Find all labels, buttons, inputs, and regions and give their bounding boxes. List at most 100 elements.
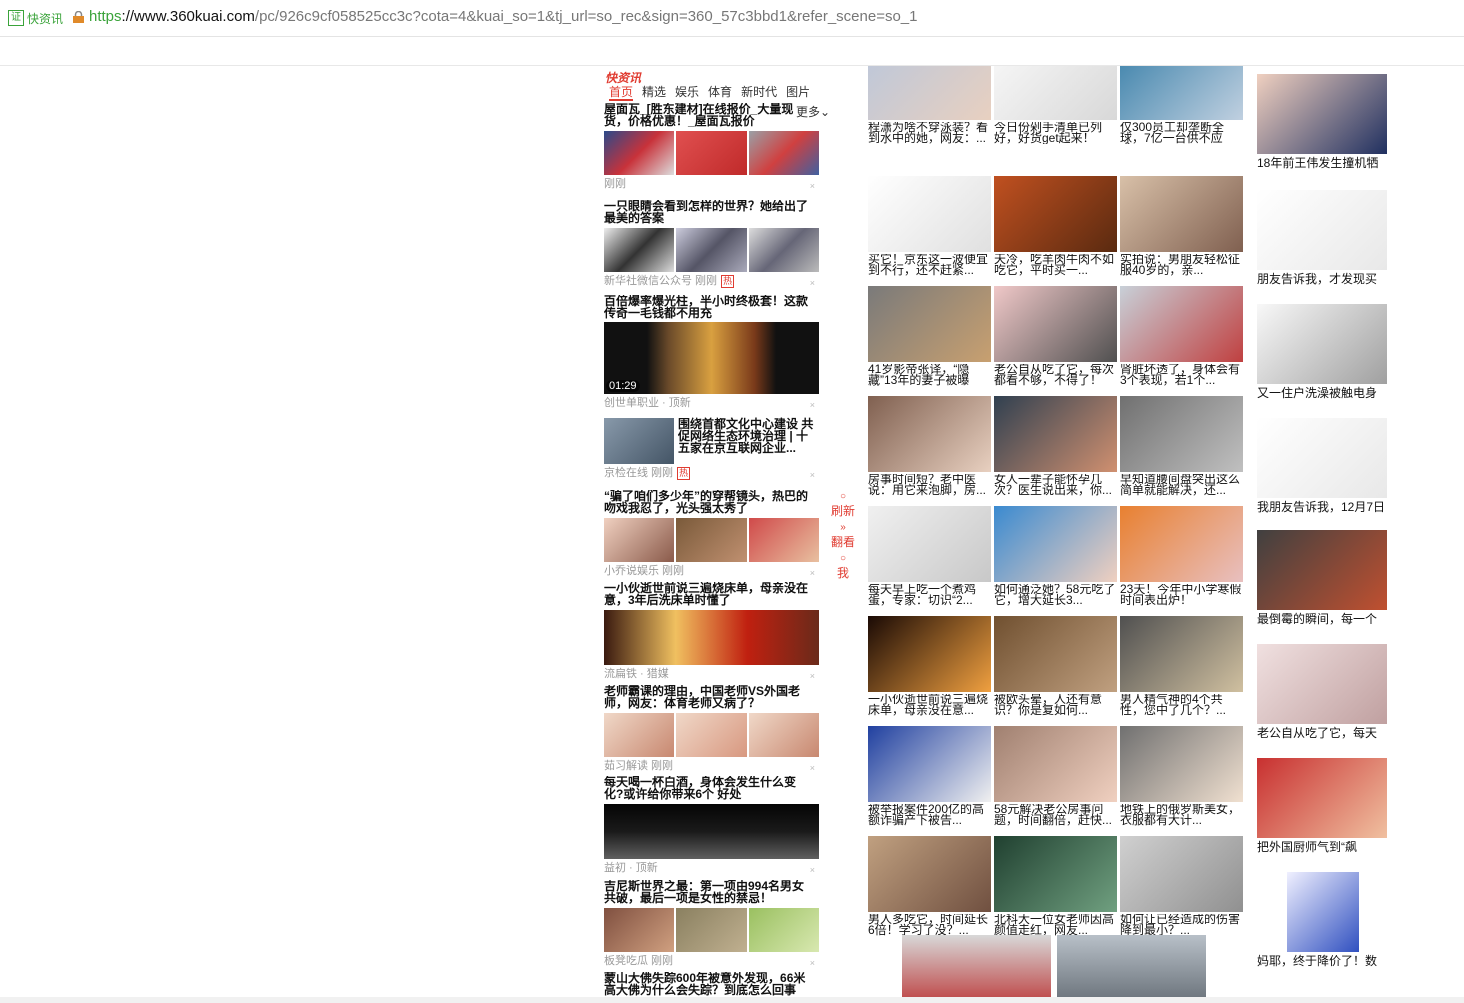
thumbnail[interactable] [994,176,1117,252]
news-item[interactable]: 老师霸课的理由，中国老师VS外国老师，网友：体育老师又病了？ 茹习解读 刚刚 × [604,685,819,776]
tab-home[interactable]: 首页 [609,85,634,101]
grid-card[interactable]: 实拍说：男朋友轻松征服40岁的，亲... [1120,176,1243,276]
thumbnail[interactable] [604,610,819,665]
thumbnail[interactable] [994,506,1117,582]
grid-card[interactable]: 被欧头晕，人还有意识？你是复如何... [994,616,1117,716]
grid-card[interactable]: 女人一辈子能怀孕几次？医生说出来，你... [994,396,1117,496]
grid-card[interactable]: 老公自从吃了它，每次都看不够，不得了！ [994,286,1117,386]
grid-card[interactable]: 41岁影帝张译，“隐藏”13年的妻子被曝光... [868,286,991,386]
grid-card[interactable]: 58元解决老公房事问题，时间翻倍，赶快... [994,726,1117,826]
right-caption[interactable]: 妈耶，终于降价了！数 [1257,954,1389,968]
thumbnail[interactable] [1257,530,1387,610]
grid-card[interactable]: 如何让已经造成的伤害降到最小？... [1120,836,1243,936]
news-title[interactable]: 一只眼睛会看到怎样的世界？她给出了最美的答案 [604,200,819,224]
grid-caption[interactable]: 地铁上的俄罗斯美女，衣服都有大计... [1120,804,1243,826]
grid-caption[interactable]: 北科大一位女老师因高颜值走红，网友... [994,914,1117,936]
grid-card[interactable]: 被举报案件200亿的高额诈骗产下被告... [868,726,991,826]
grid-caption[interactable]: 女人一辈子能怀孕几次？医生说出来，你... [994,474,1117,496]
news-title[interactable]: 屋面瓦_[胜东建材]在线报价_大量现货，价格优惠！_屋面瓦报价 [604,103,819,127]
close-icon[interactable]: × [810,669,815,683]
news-item[interactable]: 屋面瓦_[胜东建材]在线报价_大量现货，价格优惠！_屋面瓦报价 刚刚 × [604,103,819,200]
news-item[interactable]: 吉尼斯世界之最：第一项由994名男女共破，最后一项是女性的禁忌！ 板凳吃瓜 刚刚… [604,880,819,972]
close-icon[interactable]: × [810,468,815,482]
grid-card[interactable]: 一小伙逝世前说三遍烧床单，母亲没在意... [868,616,991,716]
grid-caption[interactable]: 天冷，吃羊肉牛肉不如吃它，平时买一... [994,254,1117,276]
grid-card[interactable]: 房事时间短？老中医说：用它来泡脚，房... [868,396,991,496]
grid-caption[interactable]: 房事时间短？老中医说：用它来泡脚，房... [868,474,991,496]
grid-caption[interactable]: 肾脏坏透了，身体会有3个表现，若1个... [1120,364,1243,386]
grid-caption[interactable]: 58元解决老公房事问题，时间翻倍，赶快... [994,804,1117,826]
right-caption[interactable]: 最倒霉的瞬间，每一个 [1257,612,1389,626]
right-caption[interactable]: 18年前王伟发生撞机牺 [1257,156,1389,170]
right-card[interactable]: 妈耶，终于降价了！数 [1257,872,1389,968]
right-card[interactable]: 老公自从吃了它，每天 [1257,644,1389,740]
grid-caption[interactable]: 一小伙逝世前说三遍烧床单，母亲没在意... [868,694,991,716]
grid-card[interactable]: 北科大一位女老师因高颜值走红，网友... [994,836,1117,936]
refresh-button[interactable]: ○ 刷新 [830,490,856,518]
thumbnail[interactable] [994,726,1117,802]
thumbnail[interactable] [604,228,675,272]
thumbnail[interactable] [994,616,1117,692]
grid-card[interactable]: 仅300员工却垄断全球，7亿一台供不应求... [1120,66,1243,144]
me-button[interactable]: ○ 我 [830,552,856,580]
grid-caption[interactable]: 买它！京东这一波便宜到不行，还不赶紧... [868,254,991,276]
grid-caption[interactable]: 被欧头晕，人还有意识？你是复如何... [994,694,1117,716]
thumbnail[interactable] [868,286,991,362]
tab-pictures[interactable]: 图片 [786,85,810,99]
horizontal-scrollbar[interactable] [0,997,1464,1003]
grid-caption[interactable]: 老公自从吃了它，每次都看不够，不得了！ [994,364,1117,386]
news-title[interactable]: 一小伙逝世前说三遍烧床单，母亲没在意，3年后洗床单时懂了 [604,582,819,606]
close-icon[interactable]: × [810,179,815,193]
grid-card[interactable]: 地铁上的俄罗斯美女，衣服都有大计... [1120,726,1243,826]
news-title[interactable]: 吉尼斯世界之最：第一项由994名男女共破，最后一项是女性的禁忌！ [604,880,819,904]
thumbnail[interactable] [1120,66,1243,120]
thumbnail[interactable] [1120,616,1243,692]
grid-caption[interactable]: 如何让已经造成的伤害降到最小？... [1120,914,1243,936]
news-title[interactable]: 围绕首都文化中心建设 共促网络生态环境治理 | 十五家在京互联网企业... [678,418,819,464]
thumbnail[interactable] [1120,286,1243,362]
tab-new-era[interactable]: 新时代 [741,85,777,99]
tab-sports[interactable]: 体育 [708,85,732,99]
grid-caption[interactable]: 23天！今年中小学寒假时间表出炉！ [1120,584,1243,606]
right-card[interactable]: 又一住户洗澡被触电身 [1257,304,1389,400]
grid-caption[interactable]: 每天早上吃一个煮鸡蛋，专家：切识“2... [868,584,991,606]
close-icon[interactable]: × [810,761,815,775]
thumbnail[interactable] [748,713,819,757]
news-item[interactable]: 百倍爆率爆光柱，半小时终极套！这款传奇一毛钱都不用充 01:29 创世单职业 ·… [604,295,819,415]
thumbnail[interactable] [1287,872,1359,952]
grid-card[interactable]: 买它！京东这一波便宜到不行，还不赶紧... [868,176,991,276]
thumbnail[interactable] [1120,836,1243,912]
address-bar[interactable]: 证 快资讯 https://www.360kuai.com/pc/926c9cf… [0,0,1464,37]
grid-caption[interactable]: 今日份剁手清单已列好，好货get起来！ [994,122,1117,144]
grid-card[interactable]: 男人精气神的4个共性，您中了几个？... [1120,616,1243,716]
right-caption[interactable]: 把外国厨师气到“飙 [1257,840,1389,854]
right-card[interactable]: 朋友告诉我，才发现买 [1257,190,1389,286]
thumbnail[interactable] [868,726,991,802]
close-icon[interactable]: × [810,398,815,412]
news-item[interactable]: 一小伙逝世前说三遍烧床单，母亲没在意，3年后洗床单时懂了 流扁铁 · 猎媒 × [604,582,819,685]
thumbnail[interactable] [994,396,1117,472]
thumbnail[interactable] [1257,74,1387,154]
grid-caption[interactable]: 男人精气神的4个共性，您中了几个？... [1120,694,1243,716]
grid-caption[interactable]: 如何通泛她？58元吃了它，增大延长3... [994,584,1117,606]
grid-caption[interactable]: 早知道腰间盘突出这么简单就能解决，还... [1120,474,1243,496]
thumbnail[interactable] [1257,304,1387,384]
news-item[interactable]: “骗了咱们多少年”的穿帮镜头，热巴的吻戏我忍了，光头强太秀了 小乔说娱乐 刚刚 × [604,490,819,582]
right-card[interactable]: 最倒霉的瞬间，每一个 [1257,530,1389,626]
right-caption[interactable]: 我朋友告诉我，12月7日 [1257,500,1389,514]
thumbnail[interactable] [868,836,991,912]
thumbnail[interactable] [604,131,675,175]
grid-card[interactable]: 今日份剁手清单已列好，好货get起来！ [994,66,1117,144]
tab-entertainment[interactable]: 娱乐 [675,85,699,99]
right-caption[interactable]: 老公自从吃了它，每天 [1257,726,1389,740]
news-item[interactable]: 围绕首都文化中心建设 共促网络生态环境治理 | 十五家在京互联网企业... 京检… [604,418,819,490]
right-card[interactable]: 我朋友告诉我，12月7日 [1257,418,1389,514]
grid-card[interactable]: 早知道腰间盘突出这么简单就能解决，还... [1120,396,1243,496]
thumbnail[interactable] [604,908,675,952]
close-icon[interactable]: × [810,566,815,580]
right-caption[interactable]: 朋友告诉我，才发现买 [1257,272,1389,286]
grid-caption[interactable]: 被举报案件200亿的高额诈骗产下被告... [868,804,991,826]
thumbnail[interactable] [748,518,819,562]
news-item[interactable]: 一只眼睛会看到怎样的世界？她给出了最美的答案 新华社微信公众号 刚刚热 × [604,200,819,295]
right-card[interactable]: 把外国厨师气到“飙 [1257,758,1389,854]
